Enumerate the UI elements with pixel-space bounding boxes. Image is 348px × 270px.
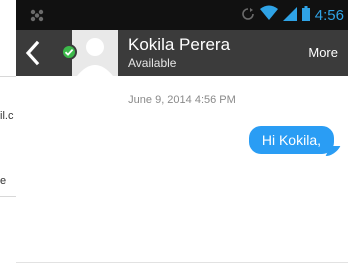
chevron-left-icon[interactable] — [22, 40, 44, 66]
rotate-icon — [241, 6, 255, 25]
more-button[interactable]: More — [308, 45, 338, 60]
screen: il.c e 4:56 Kokila Perera Available More… — [0, 0, 348, 270]
background-divider — [0, 196, 16, 197]
composer-divider — [16, 262, 348, 263]
conversation-toolbar: Kokila Perera Available More — [16, 30, 348, 76]
background-text-fragment: il.c — [0, 110, 14, 122]
outgoing-message-bubble[interactable]: Hi Kokila, — [248, 126, 334, 154]
avatar[interactable] — [72, 30, 118, 76]
status-time: 4:56 — [314, 6, 344, 24]
background-app-edge: il.c e — [0, 0, 16, 270]
contact-name[interactable]: Kokila Perera — [128, 35, 230, 55]
wifi-icon — [259, 5, 278, 25]
battery-icon — [301, 5, 310, 25]
notification-icon — [28, 6, 46, 24]
status-bar: 4:56 — [16, 0, 348, 30]
contact-status: Available — [128, 56, 177, 70]
date-header: June 9, 2014 4:56 PM — [128, 94, 236, 106]
signal-icon — [282, 6, 297, 25]
background-divider — [0, 76, 16, 77]
presence-available-icon — [61, 44, 77, 60]
status-icons: 4:56 — [241, 5, 344, 25]
message-list[interactable]: June 9, 2014 4:56 PM Hi Kokila, — [16, 76, 348, 270]
background-text-fragment: e — [0, 175, 7, 187]
